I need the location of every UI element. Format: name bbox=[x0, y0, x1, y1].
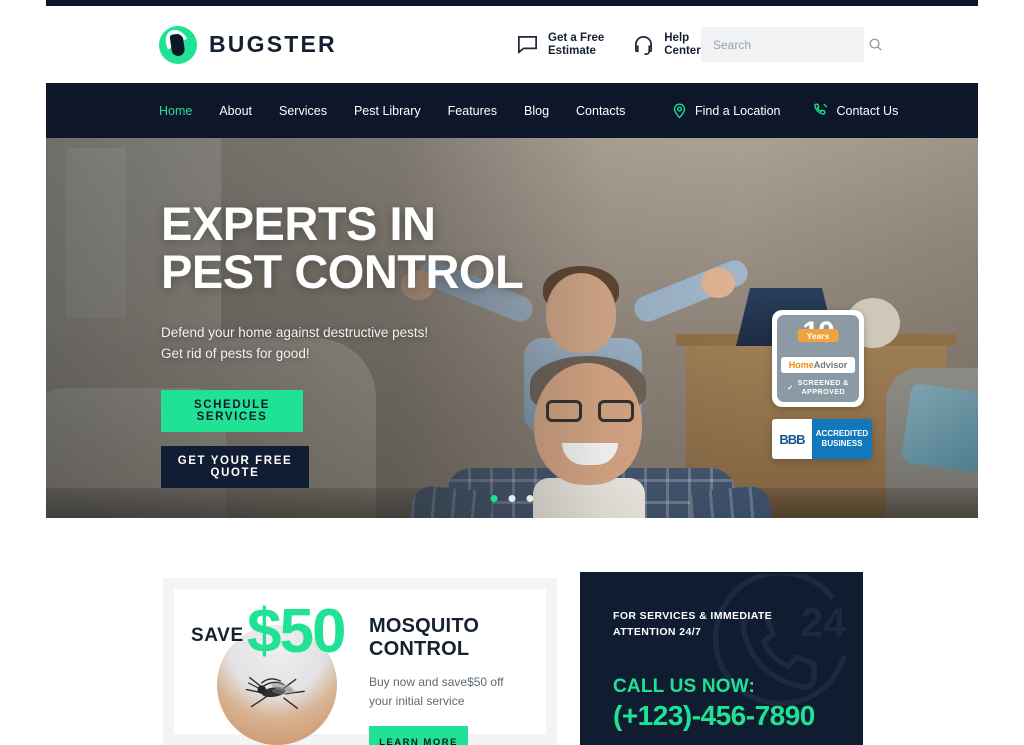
help-center-line1: Help bbox=[664, 31, 690, 44]
nav-item-services[interactable]: Services bbox=[279, 104, 327, 118]
speech-bubble-icon bbox=[516, 33, 539, 56]
cta-heading: FOR SERVICES & IMMEDIATE ATTENTION 24/7 bbox=[613, 608, 772, 640]
cta-call-label: CALL US NOW: bbox=[613, 676, 756, 697]
site-header: BUGSTER Get a Free Estimate Help Center … bbox=[46, 6, 978, 83]
nav-item-features[interactable]: Features bbox=[448, 104, 497, 118]
cta-heading-line2: ATTENTION 24/7 bbox=[613, 626, 702, 638]
homeadvisor-approved: ✓ SCREENED & APPROVED bbox=[781, 378, 855, 396]
promo-card: SAVE $50 MOSQUITO CONTROL Buy now and sa… bbox=[163, 578, 557, 745]
bbb-line2: BUSINESS bbox=[821, 439, 863, 448]
svg-text:24: 24 bbox=[800, 600, 846, 646]
bbb-badge: BBB ACCREDITED BUSINESS bbox=[772, 419, 872, 459]
header-quick-links: Get a Free Estimate Help Center bbox=[516, 32, 701, 58]
get-free-quote-button[interactable]: GET YOUR FREE QUOTE bbox=[161, 446, 309, 488]
hero-title-line2: PEST CONTROL bbox=[161, 245, 524, 298]
get-free-estimate-link[interactable]: Get a Free Estimate bbox=[516, 32, 604, 58]
hero-content: EXPERTS IN PEST CONTROL Defend your home… bbox=[161, 200, 581, 488]
brand-name: BUGSTER bbox=[209, 31, 337, 57]
homeadvisor-brand-advisor: Advisor bbox=[813, 360, 848, 370]
mosquito-icon bbox=[245, 677, 305, 709]
promo-description-line1: Buy now and save$50 off bbox=[369, 675, 504, 689]
search-icon[interactable] bbox=[868, 37, 883, 52]
cta-heading-line1: FOR SERVICES & IMMEDIATE bbox=[613, 610, 773, 622]
approved-line2: APPROVED bbox=[801, 387, 845, 396]
learn-more-button[interactable]: LEARN MORE bbox=[369, 726, 468, 745]
promo-title: MOSQUITO CONTROL bbox=[369, 615, 480, 660]
homeadvisor-badge: 10 Years HomeAdvisor ✓ SCREENED & APPROV… bbox=[772, 310, 864, 407]
contact-us-label: Contact Us bbox=[836, 103, 899, 118]
location-pin-icon bbox=[671, 102, 688, 119]
headset-icon bbox=[632, 33, 655, 56]
hero-title: EXPERTS IN PEST CONTROL bbox=[161, 200, 581, 296]
promo-save-label: SAVE bbox=[191, 625, 244, 646]
nav-item-about[interactable]: About bbox=[219, 104, 252, 118]
phone-ring-icon bbox=[812, 102, 829, 119]
hero-subtitle: Defend your home against destructive pes… bbox=[161, 322, 581, 364]
brand-logo[interactable]: BUGSTER bbox=[159, 25, 337, 64]
bbb-mark: BBB bbox=[772, 419, 812, 459]
nav-item-home[interactable]: Home bbox=[159, 104, 192, 118]
cta-phone-number[interactable]: (+123)-456-7890 bbox=[613, 700, 815, 732]
hero-title-line1: EXPERTS IN bbox=[161, 197, 436, 250]
find-a-location-label: Find a Location bbox=[695, 103, 781, 118]
nav-item-pest-library[interactable]: Pest Library bbox=[354, 104, 421, 118]
nav-item-contacts[interactable]: Contacts bbox=[576, 104, 625, 118]
hero-subtitle-line2: Get rid of pests for good! bbox=[161, 346, 310, 361]
carousel-dot-3[interactable] bbox=[526, 495, 534, 502]
promo-description: Buy now and save$50 off your initial ser… bbox=[369, 673, 554, 711]
check-icon: ✓ bbox=[787, 382, 794, 392]
hero-carousel: EXPERTS IN PEST CONTROL Defend your home… bbox=[46, 138, 978, 518]
contact-us-link[interactable]: Contact Us bbox=[812, 102, 898, 119]
help-center-line2: Center bbox=[664, 44, 701, 57]
bugster-logo-icon bbox=[159, 25, 197, 64]
search-box[interactable] bbox=[701, 27, 882, 62]
promo-amount: $50 bbox=[247, 597, 346, 666]
bbb-line1: ACCREDITED bbox=[815, 429, 869, 438]
call-cta-card: 24 FOR SERVICES & IMMEDIATE ATTENTION 24… bbox=[580, 572, 863, 745]
carousel-dots bbox=[490, 495, 534, 502]
homeadvisor-logo: HomeAdvisor bbox=[781, 357, 855, 373]
carousel-dot-2[interactable] bbox=[508, 495, 516, 502]
nav-utilities: Find a Location Contact Us bbox=[671, 102, 898, 119]
promo-description-line2: your initial service bbox=[369, 694, 465, 708]
hero-subtitle-line1: Defend your home against destructive pes… bbox=[161, 325, 429, 340]
schedule-services-button[interactable]: SCHEDULE SERVICES bbox=[161, 390, 303, 432]
page-root: BUGSTER Get a Free Estimate Help Center … bbox=[0, 0, 1024, 745]
nav-items: Home About Services Pest Library Feature… bbox=[159, 104, 625, 118]
get-free-estimate-line2: Estimate bbox=[548, 44, 596, 57]
hero-buttons: SCHEDULE SERVICES GET YOUR FREE QUOTE bbox=[161, 390, 581, 488]
trust-badges: 10 Years HomeAdvisor ✓ SCREENED & APPROV… bbox=[772, 310, 872, 459]
promo-offer-graphic: SAVE $50 bbox=[191, 597, 361, 745]
main-navigation: Home About Services Pest Library Feature… bbox=[46, 83, 978, 138]
nav-item-blog[interactable]: Blog bbox=[524, 104, 549, 118]
search-input[interactable] bbox=[713, 37, 868, 52]
homeadvisor-years-label: Years bbox=[797, 329, 839, 342]
approved-line1: SCREENED & bbox=[797, 378, 849, 387]
find-a-location-link[interactable]: Find a Location bbox=[671, 102, 780, 119]
carousel-dot-1[interactable] bbox=[490, 495, 498, 502]
get-free-estimate-line1: Get a Free bbox=[548, 31, 605, 44]
homeadvisor-brand-home: Home bbox=[788, 360, 814, 370]
promo-text: MOSQUITO CONTROL Buy now and save$50 off… bbox=[369, 615, 554, 745]
help-center-link[interactable]: Help Center bbox=[632, 31, 701, 58]
